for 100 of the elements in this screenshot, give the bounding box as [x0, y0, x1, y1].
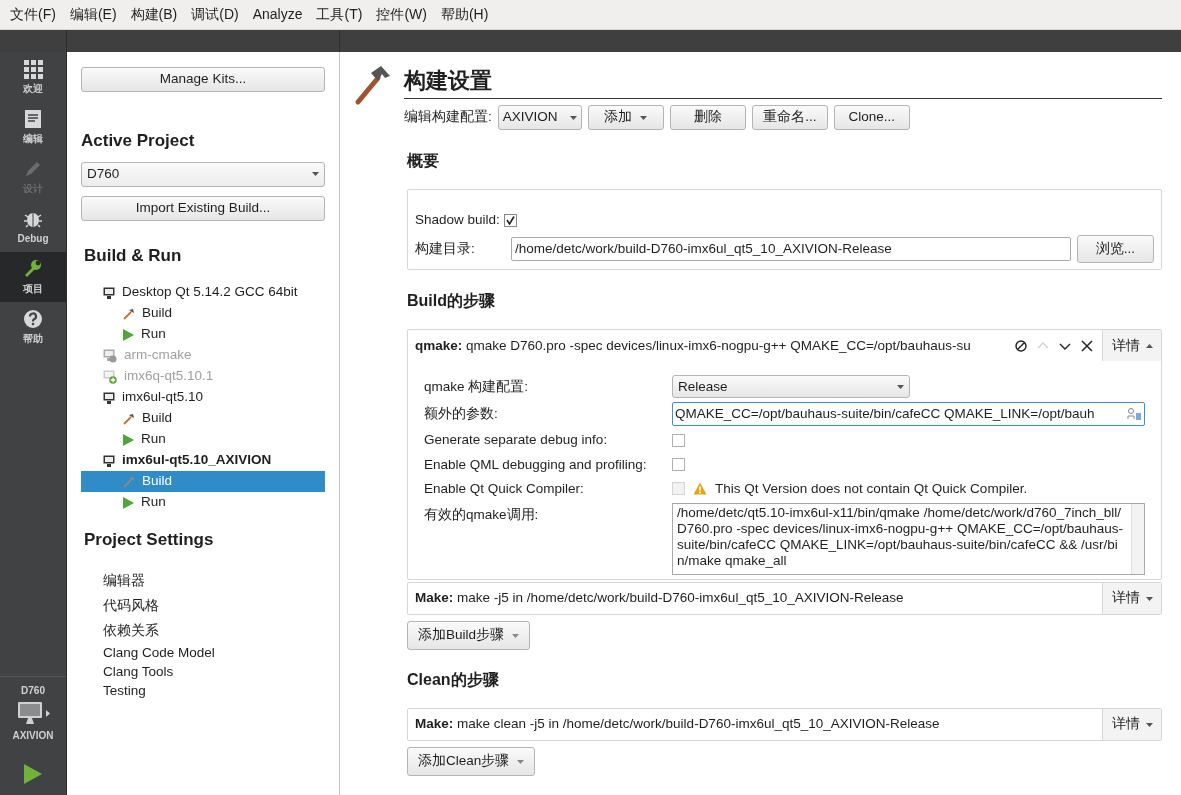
run-icon: [123, 328, 134, 341]
caret-icon: [312, 172, 319, 176]
toolbar-button[interactable]: 添加: [587, 105, 664, 130]
monitor-icon: [103, 454, 115, 467]
settings-item[interactable]: 编辑器: [81, 568, 325, 594]
hammer-icon: [354, 64, 392, 106]
kit-item[interactable]: imx6ul-qt5.10: [81, 387, 325, 408]
mode-button[interactable]: 帮助: [0, 302, 66, 352]
caret-icon: [45, 710, 50, 717]
field-label: 有效的qmake调用:: [424, 506, 540, 524]
scrollbar[interactable]: [1131, 504, 1144, 574]
tree-item[interactable]: Build: [81, 471, 325, 492]
settings-item[interactable]: Clang Code Model: [81, 643, 325, 663]
settings-item[interactable]: Clang Tools: [81, 662, 325, 682]
step-summary: qmake: qmake D760.pro -spec devices/linux-imx6-nogpu-g++ QMAKE_CC=/opt/bauhaus-su: [415, 336, 972, 355]
mode-button[interactable]: 编辑: [0, 102, 66, 152]
hammer-icon: [123, 412, 135, 425]
checkbox[interactable]: [672, 458, 685, 472]
menu-item[interactable]: Analyze: [246, 1, 309, 28]
run-icon: [123, 496, 134, 509]
disable-icon[interactable]: [1014, 338, 1028, 353]
run-icon[interactable]: [23, 763, 43, 785]
add-step-button[interactable]: 添加Build步骤: [407, 621, 531, 650]
help-icon: [23, 308, 43, 329]
caret-icon: [512, 633, 520, 638]
kit-selector[interactable]: D760 AXIVION: [0, 676, 66, 753]
monitor-info-icon: [103, 348, 117, 363]
hammer-icon: [123, 475, 135, 488]
caret-icon: [517, 759, 525, 764]
caret-icon: [569, 115, 577, 120]
add-kit-icon: [103, 369, 117, 384]
section-heading: Project Settings: [84, 529, 215, 551]
step-summary: Make: make -j5 in /home/detc/work/build-D760-imx6ul_qt5_10_AXIVION-Release: [415, 589, 905, 608]
warning-text: This Qt Version does not contain Qt Quick Compiler.: [715, 479, 1028, 498]
tree-item[interactable]: Run: [81, 324, 325, 345]
browse-button[interactable]: 浏览...: [1077, 235, 1154, 264]
menu-item[interactable]: 调试(D): [185, 1, 245, 28]
checkbox[interactable]: [503, 213, 517, 227]
settings-item[interactable]: 依赖关系: [81, 618, 325, 644]
project-combo[interactable]: D760: [81, 161, 325, 187]
hammer-icon: [123, 307, 135, 320]
variables-icon: [1126, 407, 1142, 422]
caret-icon: [1145, 343, 1153, 348]
menu-item[interactable]: 文件(F): [4, 1, 62, 28]
warning-icon: [693, 482, 707, 496]
field-label: qmake 构建配置:: [424, 377, 530, 396]
monitor-icon: [16, 701, 43, 725]
menu-item[interactable]: 构建(B): [124, 1, 184, 28]
menu-item[interactable]: 帮助(H): [434, 1, 495, 28]
build-config-combo[interactable]: Release: [672, 375, 910, 399]
close-icon[interactable]: [1080, 338, 1094, 353]
field-label: 编辑构建配置:: [404, 108, 492, 127]
input-field[interactable]: QMAKE_CC=/opt/bauhaus-suite/bin/cafeCC QMAKE_LINK=/opt/bauh: [672, 402, 1145, 427]
menu-item[interactable]: 编辑(E): [63, 1, 123, 28]
toolbar-button[interactable]: 删除: [669, 105, 746, 130]
mode-button[interactable]: 项目: [0, 252, 66, 302]
mode-button[interactable]: 欢迎: [0, 52, 66, 102]
field-label: 额外的参数:: [424, 405, 499, 424]
config-combo[interactable]: AXIVION: [497, 105, 582, 130]
monitor-icon: [103, 391, 115, 404]
text-area[interactable]: /home/detc/qt5.10-imx6ul-x11/bin/qmake /home/detc/work/d760_7inch_bll/D760.pro -spec devices/linux-imx6-nogpu-g++ QMAKE_CC=/opt/bauhaus-suite/bin/cafeCC QMAKE_LINK=/opt/bauhaus-suite/bin/cafeCC && /usr/bin/make qmake_all: [672, 503, 1145, 575]
tree-item[interactable]: Run: [81, 429, 325, 450]
page-title: 构建设置: [404, 68, 492, 93]
wrench-icon: [23, 258, 43, 279]
caret-icon: [1145, 722, 1153, 727]
field-label: Generate separate debug info:: [424, 431, 609, 450]
grid-icon: [23, 58, 43, 79]
tree-item[interactable]: Build: [81, 408, 325, 429]
menu-item[interactable]: 控件(W): [370, 1, 433, 28]
settings-item[interactable]: 代码风格: [81, 593, 325, 619]
import-build-button[interactable]: Import Existing Build...: [81, 195, 325, 221]
section-heading: Build & Run: [84, 244, 183, 267]
section-heading: 概要: [407, 151, 440, 171]
details-button[interactable]: 详情: [1102, 330, 1161, 362]
details-button[interactable]: 详情: [1102, 709, 1161, 740]
kit-item[interactable]: imx6ul-qt5.10_AXIVION: [81, 450, 325, 471]
toolbar-button[interactable]: 重命名...: [751, 105, 828, 130]
add-step-button[interactable]: 添加Clean步骤: [407, 747, 536, 776]
input-field[interactable]: /home/detc/work/build-D760-imx6ul_qt5_10_AXIVION-Release: [511, 237, 1071, 262]
kit-item[interactable]: Desktop Qt 5.14.2 GCC 64bit: [81, 282, 325, 303]
tree-item[interactable]: Build: [81, 303, 325, 324]
run-icon: [123, 433, 134, 446]
caret-icon: [640, 115, 648, 120]
step-summary: Make: make clean -j5 in /home/detc/work/build-D760-imx6ul_qt5_10_AXIVION-Release: [415, 715, 941, 734]
menu-item[interactable]: 工具(T): [310, 1, 369, 28]
tree-item[interactable]: Run: [81, 492, 325, 513]
field-label: Shadow build:: [415, 211, 500, 229]
monitor-icon: [103, 286, 115, 299]
caret-icon: [897, 384, 904, 389]
details-button[interactable]: 详情: [1102, 583, 1161, 614]
checkbox[interactable]: [672, 433, 685, 447]
field-label: Enable QML debugging and profiling:: [424, 455, 648, 474]
toolbar-button[interactable]: Clone...: [833, 105, 910, 130]
mode-button[interactable]: Debug: [0, 202, 66, 252]
manage-kits-button[interactable]: Manage Kits...: [81, 67, 325, 92]
settings-item[interactable]: Testing: [81, 681, 325, 701]
field-label: Enable Qt Quick Compiler:: [424, 479, 585, 498]
check-icon: [505, 215, 515, 225]
document-icon: [23, 108, 43, 129]
section-heading: Active Project: [81, 130, 196, 152]
